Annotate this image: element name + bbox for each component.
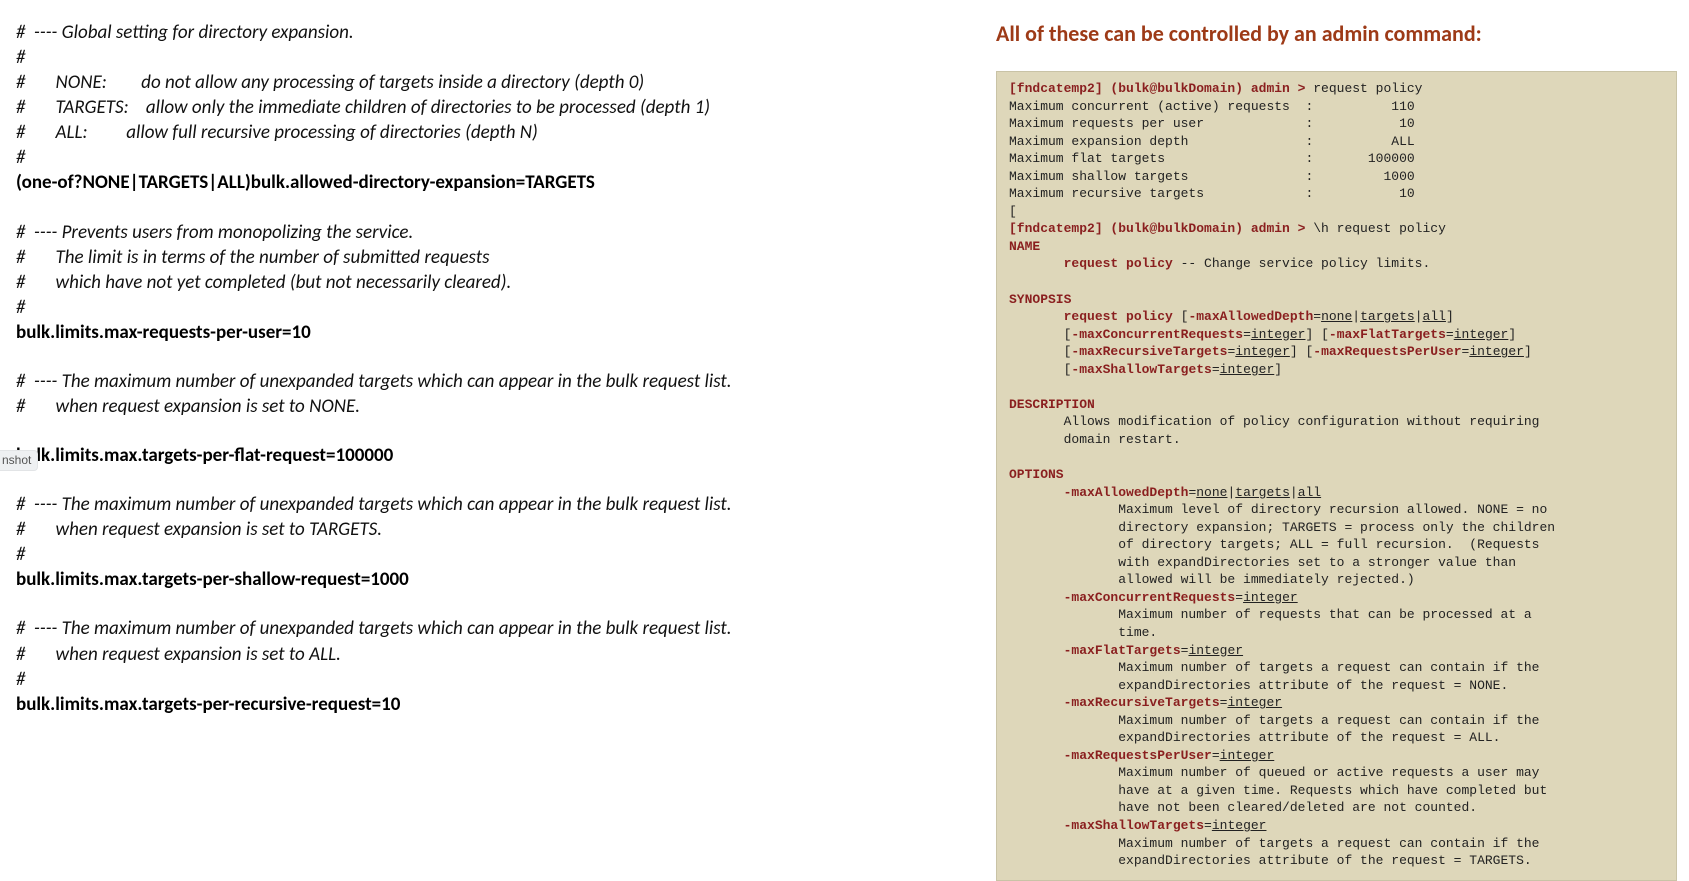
option-desc: directory expansion; TARGETS = process o… <box>1118 520 1555 535</box>
setting-max-requests-per-user: bulk.limits.max-requests-per-user=10 <box>16 320 964 345</box>
setting-targets-per-recursive-request: bulk.limits.max.targets-per-recursive-re… <box>16 692 964 717</box>
section-synopsis: SYNOPSIS <box>1009 292 1071 307</box>
prompt: [fndcatemp2] (bulk@bulkDomain) admin > <box>1009 221 1313 236</box>
option-name: -maxConcurrentRequests <box>1064 590 1236 605</box>
val: all <box>1423 309 1446 324</box>
section-options: OPTIONS <box>1009 467 1064 482</box>
val: integer <box>1243 590 1298 605</box>
option-desc: time. <box>1118 625 1157 640</box>
val: integer <box>1235 344 1290 359</box>
comment: # ---- Prevents users from monopolizing … <box>16 220 964 245</box>
comment: # The limit is in terms of the number of… <box>16 245 964 270</box>
option-desc: have not been cleared/deleted are not co… <box>1118 800 1477 815</box>
setting-targets-per-shallow-request: bulk.limits.max.targets-per-shallow-requ… <box>16 567 964 592</box>
option-desc: Maximum number of targets a request can … <box>1118 836 1539 851</box>
option-desc: Maximum number of queued or active reque… <box>1118 765 1539 780</box>
option-name: -maxRequestsPerUser <box>1064 748 1212 763</box>
opt: -maxRecursiveTargets <box>1071 344 1227 359</box>
option-desc: Maximum number of targets a request can … <box>1118 713 1539 728</box>
opt: -maxRequestsPerUser <box>1313 344 1461 359</box>
val: integer <box>1220 362 1275 377</box>
val: integer <box>1212 818 1267 833</box>
comment: # <box>16 145 964 170</box>
comment: # <box>16 542 964 567</box>
comment: # ALL: allow full recursive processing o… <box>16 120 964 145</box>
cmd-name: request policy <box>1064 256 1173 271</box>
comment: # when request expansion is set to TARGE… <box>16 517 964 542</box>
setting-allowed-directory-expansion: (one-of?NONE|TARGETS|ALL)bulk.allowed-di… <box>16 170 964 195</box>
comment: # TARGETS: allow only the immediate chil… <box>16 95 964 120</box>
desc-line: domain restart. <box>1064 432 1181 447</box>
terminal-output: [fndcatemp2] (bulk@bulkDomain) admin > r… <box>996 71 1677 881</box>
val: integer <box>1227 695 1282 710</box>
comment: # ---- The maximum number of unexpanded … <box>16 616 964 641</box>
command: request policy <box>1313 81 1422 96</box>
opt: -maxShallowTargets <box>1071 362 1211 377</box>
option-desc: allowed will be immediately rejected.) <box>1118 572 1414 587</box>
desc-line: Allows modification of policy configurat… <box>1064 414 1540 429</box>
prompt: [fndcatemp2] (bulk@bulkDomain) admin > <box>1009 81 1313 96</box>
section-name: NAME <box>1009 239 1040 254</box>
opt: -maxConcurrentRequests <box>1071 327 1243 342</box>
option-desc: of directory targets; ALL = full recursi… <box>1118 537 1539 552</box>
page: # ---- Global setting for directory expa… <box>0 0 1689 790</box>
option-name: -maxShallowTargets <box>1064 818 1204 833</box>
option-desc: Maximum number of targets a request can … <box>1118 660 1539 675</box>
command: \h request policy <box>1313 221 1446 236</box>
comment: # ---- The maximum number of unexpanded … <box>16 492 964 517</box>
comment: # ---- Global setting for directory expa… <box>16 20 964 45</box>
comment: # when request expansion is set to NONE. <box>16 394 964 419</box>
option-desc: with expandDirectories set to a stronger… <box>1118 555 1516 570</box>
val: integer <box>1188 643 1243 658</box>
synopsis-cmd: request policy <box>1064 309 1173 324</box>
option-desc: expandDirectories attribute of the reque… <box>1118 730 1500 745</box>
option-desc: expandDirectories attribute of the reque… <box>1118 678 1508 693</box>
opt: -maxAllowedDepth <box>1188 309 1313 324</box>
val: integer <box>1469 344 1524 359</box>
comment: # ---- The maximum number of unexpanded … <box>16 369 964 394</box>
option-desc: expandDirectories attribute of the reque… <box>1118 853 1531 868</box>
comment: # <box>16 45 964 70</box>
setting-targets-per-flat-request: bulk.limits.max.targets-per-flat-request… <box>16 443 964 468</box>
val: none <box>1196 485 1227 500</box>
comment: # when request expansion is set to ALL. <box>16 642 964 667</box>
config-text: # ---- Global setting for directory expa… <box>16 20 996 780</box>
comment: # NONE: do not allow any processing of t… <box>16 70 964 95</box>
option-name: -maxRecursiveTargets <box>1064 695 1220 710</box>
option-name: -maxAllowedDepth <box>1064 485 1189 500</box>
val: none <box>1321 309 1352 324</box>
section-description: DESCRIPTION <box>1009 397 1095 412</box>
option-name: -maxFlatTargets <box>1064 643 1181 658</box>
comment: # <box>16 667 964 692</box>
comment: # which have not yet completed (but not … <box>16 270 964 295</box>
val: integer <box>1220 748 1275 763</box>
opt: -maxFlatTargets <box>1329 327 1446 342</box>
val: targets <box>1235 485 1290 500</box>
option-desc: have at a given time. Requests which hav… <box>1118 783 1547 798</box>
val: integer <box>1454 327 1509 342</box>
bracket: [ <box>1009 204 1017 219</box>
comment: # <box>16 295 964 320</box>
right-column: All of these can be controlled by an adm… <box>996 20 1677 780</box>
screenshot-tag: nshot <box>0 450 38 471</box>
val: targets <box>1360 309 1415 324</box>
option-desc: Maximum number of requests that can be p… <box>1118 607 1531 622</box>
admin-heading: All of these can be controlled by an adm… <box>996 20 1677 47</box>
val: integer <box>1251 327 1306 342</box>
option-desc: Maximum level of directory recursion all… <box>1118 502 1547 517</box>
val: all <box>1298 485 1321 500</box>
cmd-desc: -- Change service policy limits. <box>1173 256 1430 271</box>
